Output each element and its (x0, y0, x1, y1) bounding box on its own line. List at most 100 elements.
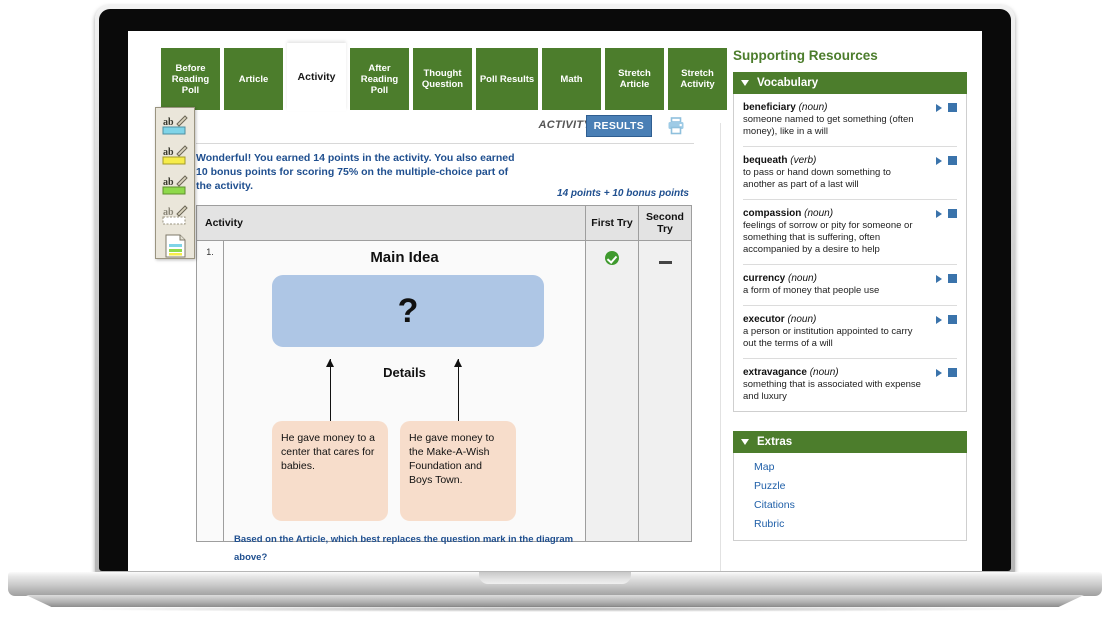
supporting-resources-sidebar: Supporting Resources Vocabulary benefici… (733, 48, 967, 541)
tab-bar: Before Reading Poll Article Activity Aft… (161, 43, 727, 111)
tab-activity[interactable]: Activity (287, 43, 346, 111)
vocab-audio-controls (936, 368, 957, 377)
extras-link-rubric[interactable]: Rubric (754, 518, 966, 530)
table-header-row: Activity First Try Second Try (196, 205, 692, 241)
vocab-pos: (noun) (788, 273, 817, 284)
highlighter-green-icon[interactable]: ab (160, 173, 190, 199)
activity-content: ACTIVITY RESULTS Wonderful! You earned 1… (196, 110, 694, 563)
stop-icon[interactable] (948, 274, 957, 283)
question-prompt: Based on the Article, which best replace… (234, 534, 574, 563)
play-icon[interactable] (936, 274, 942, 283)
vocab-pos: (noun) (798, 102, 828, 113)
vocab-definition: to pass or hand down something to anothe… (743, 167, 891, 190)
chevron-down-icon (741, 439, 749, 445)
detail-box-2: He gave money to the Make-A-Wish Foundat… (400, 421, 516, 521)
list-item: extravagance (noun) something that is as… (743, 359, 957, 411)
vocab-definition: a form of money that people use (743, 285, 880, 296)
svg-text:ab: ab (163, 177, 174, 188)
main-idea-box[interactable]: ? (272, 275, 544, 347)
laptop-shadow (60, 606, 1050, 612)
list-item: beneficiary (noun) someone named to get … (743, 94, 957, 147)
main-idea-label: Main Idea (370, 249, 439, 266)
vocabulary-header-label: Vocabulary (757, 77, 819, 89)
activity-toolbar: ACTIVITY RESULTS (196, 110, 694, 144)
sidebar-title: Supporting Resources (733, 48, 878, 63)
col-activity: Activity (196, 205, 586, 241)
tab-stretch-activity[interactable]: Stretch Activity (668, 48, 727, 110)
vocab-pos: (noun) (809, 367, 839, 378)
list-item: executor (noun) a person or institution … (743, 306, 957, 359)
vocab-definition: someone named to get something (often mo… (743, 114, 914, 137)
vocab-term: compassion (noun) (743, 208, 834, 219)
list-item: bequeath (verb) to pass or hand down som… (743, 147, 957, 200)
extras-link-map[interactable]: Map (754, 461, 966, 473)
col-second-try: Second Try (638, 205, 692, 241)
play-icon[interactable] (936, 103, 942, 112)
svg-text:ab: ab (163, 117, 174, 128)
laptop-base-notch (479, 572, 631, 584)
vocab-audio-controls (936, 274, 957, 283)
details-label: Details (383, 365, 426, 380)
extras-link-citations[interactable]: Citations (754, 499, 966, 511)
vocabulary-list: beneficiary (noun) someone named to get … (733, 94, 967, 412)
tab-poll-results[interactable]: Poll Results (476, 48, 538, 110)
extras-list: Map Puzzle Citations Rubric (733, 453, 967, 541)
vocab-definition: something that is associated with expens… (743, 379, 921, 402)
highlighter-tool-palette: ab ab ab ab (155, 107, 195, 259)
results-table: Activity First Try Second Try 1. Main Id… (196, 205, 692, 563)
stop-icon[interactable] (948, 209, 957, 218)
col-first-try: First Try (585, 205, 639, 241)
printer-icon[interactable] (666, 116, 686, 141)
list-item: currency (noun) a form of money that peo… (743, 265, 957, 306)
no-result-dash-icon (658, 261, 672, 264)
vocab-term: beneficiary (noun) (743, 102, 828, 113)
stop-icon[interactable] (948, 368, 957, 377)
stop-icon[interactable] (948, 103, 957, 112)
row-number: 1. (196, 240, 224, 542)
vocab-term: extravagance (noun) (743, 367, 839, 378)
highlighter-clear-icon[interactable]: ab (160, 203, 190, 229)
vocabulary-panel-header[interactable]: Vocabulary (733, 72, 967, 94)
vocab-audio-controls (936, 156, 957, 165)
notes-page-icon[interactable] (160, 233, 190, 259)
points-summary: 14 points + 10 bonus points (557, 188, 689, 199)
vocab-pos: (noun) (804, 208, 834, 219)
app-page: Before Reading Poll Article Activity Aft… (128, 31, 982, 571)
play-icon[interactable] (936, 368, 942, 377)
vocab-audio-controls (936, 103, 957, 112)
chevron-down-icon (741, 80, 749, 86)
extras-link-puzzle[interactable]: Puzzle (754, 480, 966, 492)
tab-thought-question[interactable]: Thought Question (413, 48, 472, 110)
laptop-base (0, 572, 1110, 614)
second-try-result (638, 240, 692, 542)
extras-panel: Extras Map Puzzle Citations Rubric (733, 431, 967, 541)
vocab-definition: feelings of sorrow or pity for someone o… (743, 220, 913, 255)
stop-icon[interactable] (948, 315, 957, 324)
play-icon[interactable] (936, 209, 942, 218)
activity-view-button[interactable]: ACTIVITY (538, 119, 591, 131)
detail-box-1: He gave money to a center that cares for… (272, 421, 388, 521)
score-message: Wonderful! You earned 14 points in the a… (196, 152, 515, 192)
svg-text:ab: ab (163, 207, 174, 218)
tab-after-reading-poll[interactable]: After Reading Poll (350, 48, 409, 110)
highlighter-yellow-icon[interactable]: ab (160, 143, 190, 169)
table-row: 1. Main Idea ? Details He gave money to … (196, 240, 692, 563)
row-activity-body: Main Idea ? Details He gave money to a c… (223, 240, 586, 563)
tab-stretch-article[interactable]: Stretch Article (605, 48, 664, 110)
content-divider (720, 123, 721, 571)
highlighter-blue-icon[interactable]: ab (160, 113, 190, 139)
extras-panel-header[interactable]: Extras (733, 431, 967, 453)
vocab-pos: (verb) (790, 155, 817, 166)
tab-math[interactable]: Math (542, 48, 601, 110)
vocab-audio-controls (936, 209, 957, 218)
tab-article[interactable]: Article (224, 48, 283, 110)
correct-check-icon (605, 251, 619, 265)
vocab-definition: a person or institution appointed to car… (743, 326, 913, 349)
results-view-button[interactable]: RESULTS (585, 115, 652, 137)
tab-before-reading-poll[interactable]: Before Reading Poll (161, 48, 220, 110)
vocab-term: executor (noun) (743, 314, 817, 325)
play-icon[interactable] (936, 315, 942, 324)
stop-icon[interactable] (948, 156, 957, 165)
play-icon[interactable] (936, 156, 942, 165)
vocab-term: currency (noun) (743, 273, 817, 284)
